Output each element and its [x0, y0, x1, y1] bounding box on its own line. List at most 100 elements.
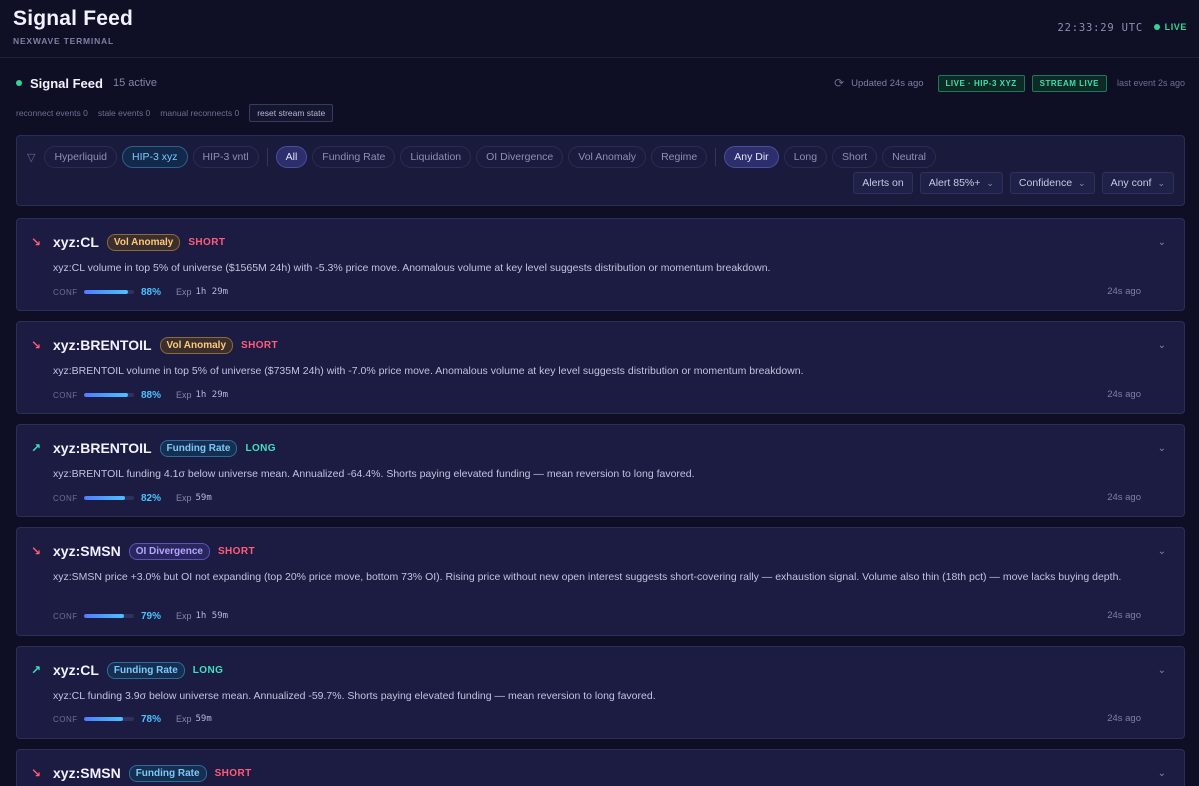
live-label: LIVE	[1164, 22, 1187, 32]
signal-time: 24s ago	[1107, 286, 1141, 297]
signal-symbol: xyz:BRENTOIL	[53, 440, 152, 456]
expiry-value: 59m	[195, 714, 212, 724]
signal-description: xyz:BRENTOIL volume in top 5% of univers…	[53, 365, 804, 377]
signal-symbol: xyz:BRENTOIL	[53, 337, 152, 353]
dir-chip-long[interactable]: Long	[783, 146, 828, 168]
confidence-value: 82%	[141, 492, 162, 504]
signal-type-badge: Funding Rate	[128, 764, 207, 782]
divider	[715, 148, 717, 166]
type-chip-all[interactable]: All	[275, 146, 308, 168]
signal-direction: LONG	[192, 664, 224, 676]
live-venue-badge: LIVE · HIP-3 XYZ	[937, 74, 1025, 92]
sort-select[interactable]: Confidence ⌄	[1009, 172, 1095, 194]
signal-time: 24s ago	[1107, 389, 1141, 400]
signal-direction: SHORT	[241, 339, 278, 351]
signal-time: 24s ago	[1107, 492, 1141, 503]
conf-label: CONF	[53, 611, 78, 621]
signal-meta: CONF 82% Exp 59m	[53, 492, 212, 504]
confidence-bar-fill	[84, 290, 128, 294]
confidence-value: 78%	[141, 713, 162, 725]
arrow-up-right-icon: ↗	[31, 441, 42, 455]
expiry-value: 1h 29m	[195, 390, 229, 400]
utc-clock: 22:33:29 UTC	[1057, 22, 1143, 34]
signal-type-badge: Vol Anomaly	[159, 336, 233, 354]
filter-chips-row: ▽ Hyperliquid HIP-3 xyz HIP-3 vntl All F…	[27, 146, 937, 168]
arrow-down-right-icon: ↘	[31, 338, 42, 352]
signal-card[interactable]: ↘ xyz:SMSN OI Divergence SHORT xyz:SMSN …	[16, 527, 1185, 636]
signal-symbol: xyz:SMSN	[53, 765, 121, 781]
app-subtitle: NEXWAVE TERMINAL	[13, 36, 114, 46]
signal-description: xyz:CL funding 3.9σ below universe mean.…	[53, 690, 656, 702]
filter-controls-row: Alerts on Alert 85%+ ⌄ Confidence ⌄ Any …	[853, 172, 1174, 194]
chevron-down-icon[interactable]: ⌄	[1158, 768, 1166, 779]
chevron-down-icon: ⌄	[1078, 177, 1086, 188]
type-chip-oi-divergence[interactable]: OI Divergence	[476, 146, 564, 168]
signal-type-badge: OI Divergence	[128, 542, 210, 560]
confidence-filter-select[interactable]: Any conf ⌄	[1101, 172, 1174, 194]
type-chip-liquidation[interactable]: Liquidation	[400, 146, 472, 168]
dir-chip-neutral[interactable]: Neutral	[882, 146, 937, 168]
confidence-value: 88%	[141, 389, 162, 401]
arrow-down-right-icon: ↘	[31, 544, 42, 558]
divider	[266, 148, 268, 166]
active-count: 15 active	[112, 77, 157, 89]
chevron-down-icon: ⌄	[1157, 177, 1165, 188]
sort-value: Confidence	[1018, 177, 1073, 189]
stream-live-badge: STREAM LIVE	[1031, 74, 1107, 92]
chevron-down-icon[interactable]: ⌄	[1158, 665, 1166, 676]
expiry-label: Exp	[176, 390, 192, 400]
signal-time: 24s ago	[1107, 713, 1141, 724]
confidence-bar	[84, 496, 134, 500]
conf-label: CONF	[53, 493, 78, 503]
updated-text: Updated 24s ago	[851, 77, 924, 89]
type-chip-vol-anomaly[interactable]: Vol Anomaly	[568, 146, 647, 168]
signal-meta: CONF 88% Exp 1h 29m	[53, 286, 228, 298]
chevron-down-icon[interactable]: ⌄	[1158, 443, 1166, 454]
expiry-value: 1h 29m	[195, 287, 229, 297]
alert-threshold-select[interactable]: Alert 85%+ ⌄	[919, 172, 1003, 194]
confidence-bar	[84, 614, 134, 618]
signal-card[interactable]: ↘ xyz:CL Vol Anomaly SHORT xyz:CL volume…	[16, 218, 1185, 311]
signal-card[interactable]: ↘ xyz:SMSN Funding Rate SHORT ⌄	[16, 749, 1185, 786]
conf-label: CONF	[53, 287, 78, 297]
signal-symbol: xyz:SMSN	[53, 543, 121, 559]
stale-events: stale events 0	[97, 108, 151, 118]
expiry-value: 1h 59m	[195, 611, 229, 621]
type-chip-funding-rate[interactable]: Funding Rate	[312, 146, 396, 168]
arrow-down-right-icon: ↘	[31, 766, 42, 780]
type-chip-regime[interactable]: Regime	[651, 146, 708, 168]
signal-card[interactable]: ↘ xyz:BRENTOIL Vol Anomaly SHORT xyz:BRE…	[16, 321, 1185, 414]
signal-symbol: xyz:CL	[53, 662, 99, 678]
chevron-down-icon[interactable]: ⌄	[1158, 237, 1166, 248]
app-title: Signal Feed	[13, 7, 134, 30]
refresh-icon[interactable]: ⟳	[834, 76, 844, 90]
signal-card[interactable]: ↗ xyz:BRENTOIL Funding Rate LONG xyz:BRE…	[16, 424, 1185, 517]
arrow-down-right-icon: ↘	[31, 235, 42, 249]
conf-label: CONF	[53, 714, 78, 724]
filter-panel: ▽ Hyperliquid HIP-3 xyz HIP-3 vntl All F…	[16, 135, 1185, 206]
confidence-bar-fill	[84, 496, 125, 500]
confidence-bar	[84, 393, 134, 397]
chevron-down-icon[interactable]: ⌄	[1158, 340, 1166, 351]
signal-direction: LONG	[245, 442, 276, 454]
signal-meta: CONF 78% Exp 59m	[53, 713, 212, 725]
live-dot-icon	[1153, 24, 1160, 30]
last-event-text: last event 2s ago	[1116, 78, 1185, 88]
reset-stream-button[interactable]: reset stream state	[249, 104, 334, 122]
signal-card[interactable]: ↗ xyz:CL Funding Rate LONG xyz:CL fundin…	[16, 646, 1185, 739]
signal-description: xyz:CL volume in top 5% of universe ($15…	[53, 262, 771, 274]
signal-meta: CONF 79% Exp 1h 59m	[53, 610, 228, 622]
alert-threshold-value: Alert 85%+	[928, 177, 981, 189]
dir-chip-short[interactable]: Short	[832, 146, 878, 168]
confidence-value: 79%	[141, 610, 162, 622]
expiry-label: Exp	[176, 287, 192, 297]
venue-chip-hip3-vntl[interactable]: HIP-3 vntl	[192, 146, 259, 168]
venue-chip-hyperliquid[interactable]: Hyperliquid	[44, 146, 117, 168]
alerts-toggle-button[interactable]: Alerts on	[853, 172, 913, 194]
chevron-down-icon: ⌄	[986, 177, 994, 188]
signal-type-badge: Vol Anomaly	[106, 233, 181, 251]
confidence-bar	[84, 290, 134, 294]
chevron-down-icon[interactable]: ⌄	[1158, 546, 1166, 557]
venue-chip-hip3-xyz[interactable]: HIP-3 xyz	[122, 146, 188, 168]
dir-chip-any[interactable]: Any Dir	[724, 146, 779, 168]
